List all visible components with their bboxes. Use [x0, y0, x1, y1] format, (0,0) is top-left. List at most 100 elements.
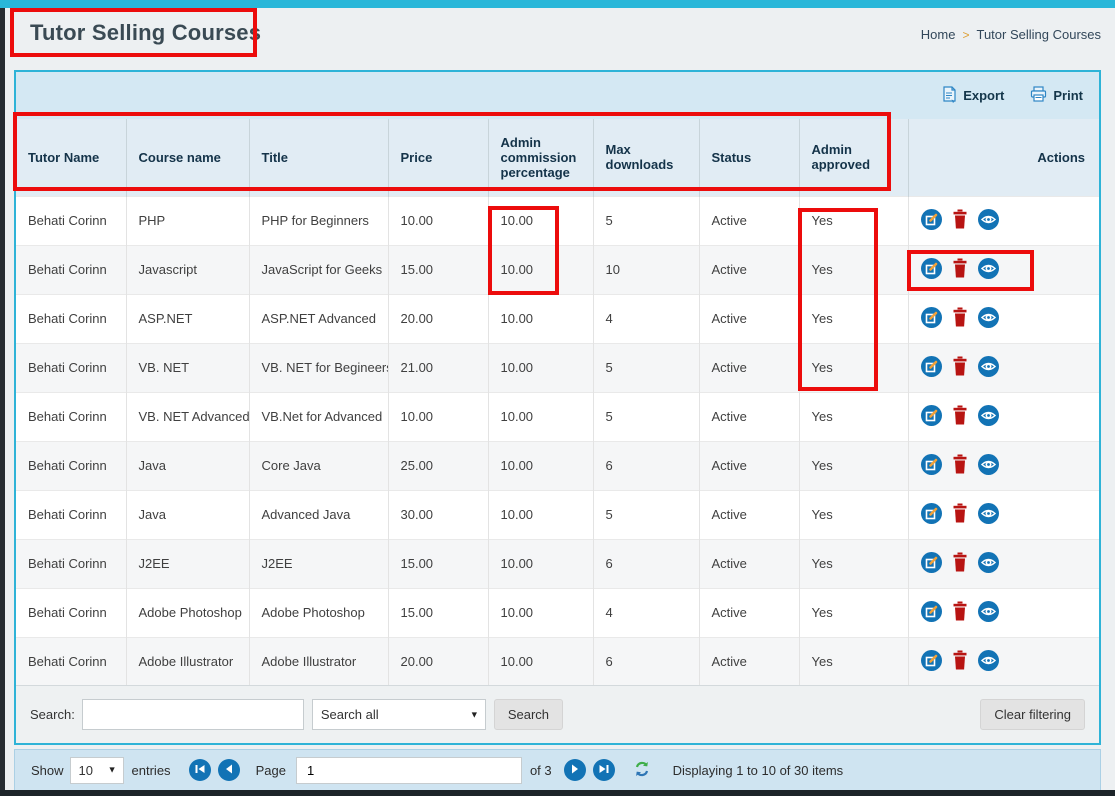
- next-page-button[interactable]: [564, 759, 586, 781]
- search-label: Search:: [30, 707, 75, 722]
- print-button[interactable]: Print: [1030, 86, 1083, 105]
- delete-action-button[interactable]: [952, 356, 968, 379]
- page-number-input[interactable]: [296, 757, 522, 784]
- export-icon: [941, 86, 957, 106]
- cell-commission: 10.00: [488, 539, 593, 588]
- trash-icon: [952, 356, 968, 379]
- view-action-button[interactable]: [978, 258, 999, 282]
- refresh-button[interactable]: [633, 760, 651, 781]
- export-button[interactable]: Export: [941, 86, 1004, 106]
- cell-commission: 10.00: [488, 441, 593, 490]
- edit-action-button[interactable]: [921, 601, 942, 625]
- cell-actions: [908, 392, 1099, 441]
- view-action-button[interactable]: [978, 454, 999, 478]
- cell-commission: 10.00: [488, 196, 593, 245]
- column-header-title[interactable]: Title: [249, 119, 388, 196]
- column-header-price[interactable]: Price: [388, 119, 488, 196]
- delete-action-button[interactable]: [952, 209, 968, 232]
- entries-select[interactable]: 10: [70, 757, 124, 784]
- column-header-status[interactable]: Status: [699, 119, 799, 196]
- last-page-icon: [598, 763, 610, 778]
- cell-course: ASP.NET: [126, 294, 249, 343]
- cell-course: VB. NET: [126, 343, 249, 392]
- edit-icon: [921, 405, 942, 429]
- cell-actions: [908, 294, 1099, 343]
- column-header-admin-commission-percentage[interactable]: Admin commission percentage: [488, 119, 593, 196]
- table-row: Behati CorinnPHPPHP for Beginners10.0010…: [16, 196, 1099, 245]
- refresh-icon: [633, 760, 651, 781]
- column-header-admin-approved[interactable]: Admin approved: [799, 119, 908, 196]
- cell-commission: 10.00: [488, 343, 593, 392]
- table-row: Behati CorinnJavaCore Java25.0010.006Act…: [16, 441, 1099, 490]
- view-action-button[interactable]: [978, 405, 999, 429]
- delete-action-button[interactable]: [952, 454, 968, 477]
- view-action-button[interactable]: [978, 503, 999, 527]
- column-header-max-downloads[interactable]: Max downloads: [593, 119, 699, 196]
- edit-action-button[interactable]: [921, 356, 942, 380]
- view-action-button[interactable]: [978, 307, 999, 331]
- edit-action-button[interactable]: [921, 454, 942, 478]
- cell-price: 15.00: [388, 588, 488, 637]
- eye-icon: [978, 552, 999, 576]
- cell-max-downloads: 5: [593, 343, 699, 392]
- edit-action-button[interactable]: [921, 552, 942, 576]
- cell-status: Active: [699, 637, 799, 686]
- cell-actions: [908, 637, 1099, 686]
- view-action-button[interactable]: [978, 650, 999, 674]
- print-icon: [1030, 86, 1047, 105]
- search-input[interactable]: [82, 699, 304, 730]
- delete-action-button[interactable]: [952, 552, 968, 575]
- cell-price: 20.00: [388, 637, 488, 686]
- page-title: Tutor Selling Courses: [30, 20, 261, 46]
- cell-title: Advanced Java: [249, 490, 388, 539]
- table-row: Behati CorinnASP.NETASP.NET Advanced20.0…: [16, 294, 1099, 343]
- cell-actions: [908, 539, 1099, 588]
- cell-max-downloads: 6: [593, 539, 699, 588]
- pagination-bar: Show 10 ▼ entries Page of 3 Displaying 1…: [14, 749, 1101, 791]
- view-action-button[interactable]: [978, 209, 999, 233]
- cell-approved: Yes: [799, 490, 908, 539]
- edit-action-button[interactable]: [921, 650, 942, 674]
- cell-tutor: Behati Corinn: [16, 196, 126, 245]
- cell-actions: [908, 588, 1099, 637]
- delete-action-button[interactable]: [952, 601, 968, 624]
- search-button[interactable]: Search: [494, 699, 563, 730]
- cell-actions: [908, 196, 1099, 245]
- edit-action-button[interactable]: [921, 405, 942, 429]
- edit-icon: [921, 503, 942, 527]
- edit-action-button[interactable]: [921, 503, 942, 527]
- edit-action-button[interactable]: [921, 209, 942, 233]
- clear-filtering-button[interactable]: Clear filtering: [980, 699, 1085, 730]
- cell-approved: Yes: [799, 196, 908, 245]
- left-edge-strip: [0, 8, 5, 796]
- delete-action-button[interactable]: [952, 650, 968, 673]
- breadcrumb-home-link[interactable]: Home: [921, 27, 956, 42]
- delete-action-button[interactable]: [952, 405, 968, 428]
- edit-action-button[interactable]: [921, 258, 942, 282]
- previous-page-button[interactable]: [218, 759, 240, 781]
- view-action-button[interactable]: [978, 601, 999, 625]
- delete-action-button[interactable]: [952, 258, 968, 281]
- delete-action-button[interactable]: [952, 307, 968, 330]
- top-accent-bar: [0, 0, 1115, 8]
- edit-action-button[interactable]: [921, 307, 942, 331]
- view-action-button[interactable]: [978, 552, 999, 576]
- column-header-course-name[interactable]: Course name: [126, 119, 249, 196]
- column-header-tutor-name[interactable]: Tutor Name: [16, 119, 126, 196]
- edit-icon: [921, 209, 942, 233]
- cell-price: 20.00: [388, 294, 488, 343]
- edit-icon: [921, 601, 942, 625]
- cell-status: Active: [699, 539, 799, 588]
- first-page-icon: [194, 763, 206, 778]
- cell-approved: Yes: [799, 245, 908, 294]
- first-page-button[interactable]: [189, 759, 211, 781]
- delete-action-button[interactable]: [952, 503, 968, 526]
- view-action-button[interactable]: [978, 356, 999, 380]
- last-page-button[interactable]: [593, 759, 615, 781]
- cell-commission: 10.00: [488, 637, 593, 686]
- eye-icon: [978, 258, 999, 282]
- column-header-actions[interactable]: Actions: [908, 119, 1099, 196]
- cell-tutor: Behati Corinn: [16, 441, 126, 490]
- search-field-select[interactable]: Search all: [312, 699, 486, 730]
- cell-course: J2EE: [126, 539, 249, 588]
